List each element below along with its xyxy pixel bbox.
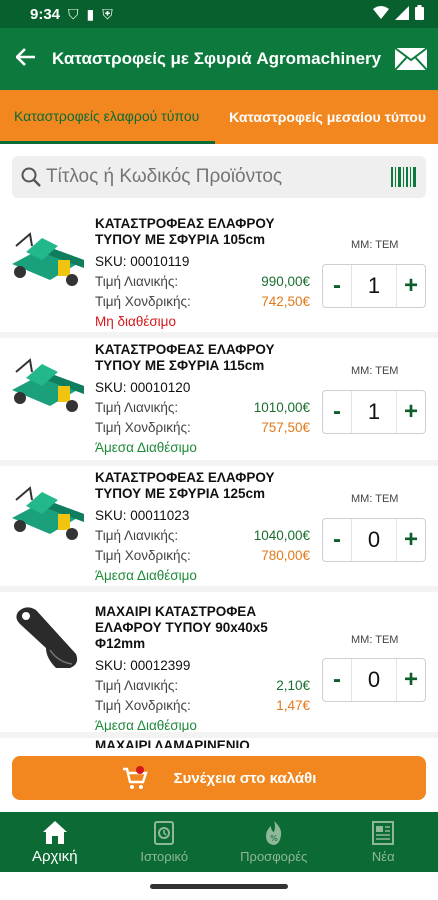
product-image-mulcher <box>12 486 84 540</box>
wifi-icon <box>373 5 389 23</box>
quantity-stepper: - 1 + <box>322 390 426 434</box>
decrement-button[interactable]: - <box>323 659 351 701</box>
retail-price-label: Τιμή Λιανικής: <box>95 528 179 543</box>
quantity-value[interactable]: 0 <box>351 519 397 561</box>
product-name: ΚΑΤΑΣΤΡΟΦΕΑΣ ΕΛΑΦΡΟΥ ΤΥΠΟΥ ΜΕ ΣΦΥΡΙΑ 125… <box>95 470 275 501</box>
quantity-stepper: - 1 + <box>322 264 426 308</box>
wholesale-price-label: Τιμή Χονδρικής: <box>95 548 191 563</box>
battery-icon <box>415 5 424 23</box>
availability-status: Άμεσα Διαθέσιμο <box>95 568 197 583</box>
list-item[interactable]: ΚΑΤΑΣΤΡΟΦΕΑΣ ΕΛΑΦΡΟΥ ΤΥΠΟΥ ΜΕ ΣΦΥΡΙΑ 105… <box>0 208 438 332</box>
nav-news-label: Νέα <box>371 849 395 864</box>
retail-price-label: Τιμή Λιανικής: <box>95 678 179 693</box>
unit-label: ΜΜ: ΤΕΜ <box>351 493 399 505</box>
status-time: 9:34 <box>30 5 61 23</box>
list-item[interactable]: ΜΑΧΑΙΡΙ ΛΑΜΑΡΙΝΕΝΙΟ <box>0 738 438 748</box>
nav-history-label: Ιστορικό <box>140 849 189 864</box>
product-sku: SKU: 00012399 <box>95 658 191 673</box>
quantity-value[interactable]: 1 <box>351 265 397 307</box>
mail-icon[interactable] <box>394 47 428 71</box>
product-sku: SKU: 00010120 <box>95 380 191 395</box>
tab-light-type[interactable]: Καταστροφείς ελαφρού τύπου <box>0 90 216 144</box>
wholesale-price-label: Τιμή Χονδρικής: <box>95 698 191 713</box>
svg-text:%: % <box>270 834 278 843</box>
unit-label: ΜΜ: ΤΕΜ <box>351 634 399 646</box>
nav-news[interactable]: Νέα <box>329 812 438 872</box>
nav-home[interactable]: Αρχική <box>0 812 110 872</box>
decrement-button[interactable]: - <box>323 391 351 433</box>
product-sku: SKU: 00011023 <box>95 508 190 523</box>
product-list: ΚΑΤΑΣΤΡΟΦΕΑΣ ΕΛΑΦΡΟΥ ΤΥΠΟΥ ΜΕ ΣΦΥΡΙΑ 105… <box>0 208 438 748</box>
increment-button[interactable]: + <box>397 265 425 307</box>
search-icon <box>21 167 41 187</box>
unit-label: ΜΜ: ΤΕΜ <box>351 239 399 251</box>
increment-button[interactable]: + <box>397 391 425 433</box>
system-nav-bar <box>0 872 438 900</box>
wholesale-price: 757,50€ <box>261 420 310 435</box>
bottom-nav: Αρχική Ιστορικό % Προσφορές Νέα <box>0 812 438 872</box>
increment-button[interactable]: + <box>397 659 425 701</box>
cart-bar: Συνέχεια στο καλάθι <box>0 748 438 810</box>
quantity-value[interactable]: 0 <box>351 659 397 701</box>
sd-card-icon: ▮ <box>86 5 95 22</box>
retail-price: 2,10€ <box>276 678 310 693</box>
decrement-button[interactable]: - <box>323 519 351 561</box>
barcode-scan-icon[interactable] <box>390 165 418 189</box>
wholesale-price-label: Τιμή Χονδρικής: <box>95 420 191 435</box>
nav-history[interactable]: Ιστορικό <box>110 812 220 872</box>
tab-medium-type[interactable]: Καταστροφείς μεσαίου τύπου <box>215 90 438 144</box>
availability-status: Άμεσα Διαθέσιμο <box>95 718 197 733</box>
home-gesture-handle[interactable] <box>150 884 288 889</box>
app-bar: Καταστροφείς με Σφυριά Agromachinery <box>0 28 438 90</box>
cart-icon <box>122 766 148 789</box>
product-image-blade <box>16 607 78 668</box>
nav-home-label: Αρχική <box>31 848 78 865</box>
availability-status: Άμεσα Διαθέσιμο <box>95 440 197 455</box>
wholesale-price: 1,47€ <box>276 698 310 713</box>
list-item[interactable]: ΚΑΤΑΣΤΡΟΦΕΑΣ ΕΛΑΦΡΟΥ ΤΥΠΟΥ ΜΕ ΣΦΥΡΙΑ 125… <box>0 466 438 586</box>
product-image-mulcher <box>12 232 84 286</box>
product-image-mulcher <box>12 358 84 412</box>
retail-price-label: Τιμή Λιανικής: <box>95 400 179 415</box>
retail-price: 990,00€ <box>261 274 310 289</box>
product-sku: SKU: 00010119 <box>95 254 190 269</box>
list-item[interactable]: ΜΑΧΑΙΡΙ ΚΑΤΑΣΤΡΟΦΕΑ ΕΛΑΦΡΟΥ ΤΥΠΟΥ 90x40x… <box>0 592 438 733</box>
offers-icon: % <box>265 821 281 845</box>
nav-offers[interactable]: % Προσφορές <box>219 812 329 872</box>
wholesale-price: 742,50€ <box>261 294 310 309</box>
history-icon <box>154 821 175 845</box>
unit-label: ΜΜ: ΤΕΜ <box>351 365 399 377</box>
search-input[interactable] <box>46 166 390 188</box>
wholesale-price-label: Τιμή Χονδρικής: <box>95 294 191 309</box>
product-name: ΜΑΧΑΙΡΙ ΛΑΜΑΡΙΝΕΝΙΟ <box>95 738 250 748</box>
increment-button[interactable]: + <box>397 519 425 561</box>
status-bar: 9:34 ⛉ ▮ ⛨ <box>0 0 438 28</box>
home-icon <box>42 821 67 844</box>
shield-icon: ⛉ <box>68 5 79 22</box>
back-arrow-icon[interactable] <box>0 45 52 73</box>
signal-icon <box>395 5 409 23</box>
nav-offers-label: Προσφορές <box>240 849 308 864</box>
product-name: ΚΑΤΑΣΤΡΟΦΕΑΣ ΕΛΑΦΡΟΥ ΤΥΠΟΥ ΜΕ ΣΦΥΡΙΑ 105… <box>95 216 275 247</box>
page-title: Καταστροφείς με Σφυριά Agromachinery <box>52 49 382 68</box>
quantity-stepper: - 0 + <box>322 518 426 562</box>
retail-price: 1010,00€ <box>253 400 310 415</box>
category-tabs: Καταστροφείς ελαφρού τύπου Καταστροφείς … <box>0 90 438 144</box>
product-name: ΜΑΧΑΙΡΙ ΚΑΤΑΣΤΡΟΦΕΑ ΕΛΑΦΡΟΥ ΤΥΠΟΥ 90x40x… <box>95 604 268 651</box>
retail-price-label: Τιμή Λιανικής: <box>95 274 179 289</box>
quantity-stepper: - 0 + <box>322 658 426 702</box>
continue-to-cart-label: Συνέχεια στο καλάθι <box>173 769 317 787</box>
list-item[interactable]: ΚΑΤΑΣΤΡΟΦΕΑΣ ΕΛΑΦΡΟΥ ΤΥΠΟΥ ΜΕ ΣΦΥΡΙΑ 115… <box>0 338 438 460</box>
retail-price: 1040,00€ <box>253 528 310 543</box>
product-name: ΚΑΤΑΣΤΡΟΦΕΑΣ ΕΛΑΦΡΟΥ ΤΥΠΟΥ ΜΕ ΣΦΥΡΙΑ 115… <box>95 342 275 373</box>
news-icon <box>372 821 395 845</box>
wholesale-price: 780,00€ <box>261 548 310 563</box>
quantity-value[interactable]: 1 <box>351 391 397 433</box>
search-bar <box>12 156 426 198</box>
continue-to-cart-button[interactable]: Συνέχεια στο καλάθι <box>12 756 426 800</box>
availability-status: Μη διαθέσιμο <box>95 314 176 329</box>
decrement-button[interactable]: - <box>323 265 351 307</box>
vpn-icon: ⛨ <box>102 5 113 22</box>
